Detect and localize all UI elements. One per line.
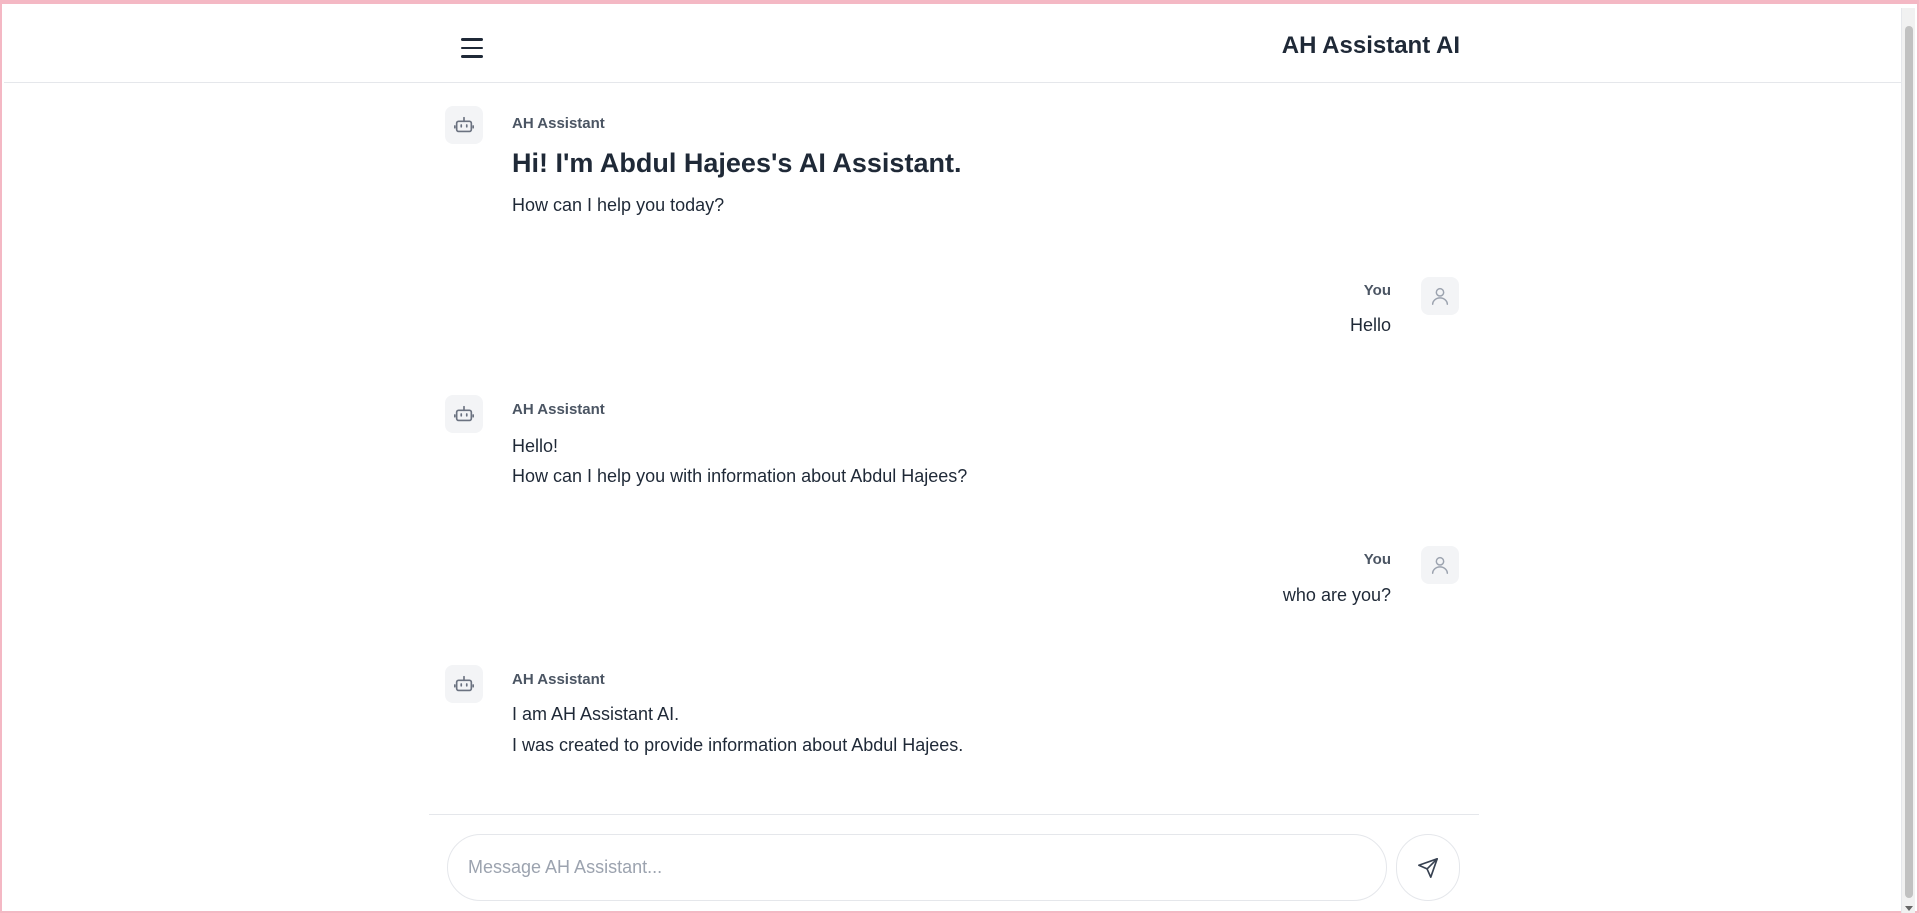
- user-avatar: [1421, 277, 1459, 315]
- assistant-avatar: [445, 395, 483, 433]
- menu-button[interactable]: [452, 30, 492, 66]
- scrollbar-thumb[interactable]: [1905, 26, 1913, 898]
- message-text: Hello!: [512, 436, 559, 456]
- user-icon: [1431, 287, 1449, 305]
- scroll-down-arrow-icon[interactable]: [1905, 906, 1913, 911]
- robot-icon: [454, 675, 474, 692]
- robot-icon: [454, 116, 474, 133]
- message-sender-name: AH Assistant: [512, 115, 605, 132]
- user-icon: [1431, 556, 1449, 574]
- app-window: AH Assistant AI AH Assistant Hi! I'm Abd…: [0, 0, 1919, 913]
- message-text: How can I help you with information abou…: [512, 466, 968, 486]
- message-sender-name: AH Assistant: [512, 671, 605, 688]
- top-header: AH Assistant AI: [4, 8, 1903, 83]
- vertical-scrollbar[interactable]: [1901, 8, 1915, 913]
- message-text: I am AH Assistant AI.: [512, 704, 680, 724]
- message-sender-name: You: [1363, 282, 1391, 299]
- message-text: How can I help you today?: [512, 195, 725, 215]
- hamburger-menu-icon: [461, 38, 483, 41]
- message-text: who are you?: [1282, 585, 1391, 605]
- message-sender-name: You: [1363, 551, 1391, 568]
- robot-icon: [454, 405, 474, 422]
- send-button[interactable]: [1396, 834, 1460, 901]
- assistant-avatar: [445, 665, 483, 703]
- message-input[interactable]: [447, 834, 1387, 901]
- send-icon: [1418, 857, 1438, 878]
- message-text: I was created to provide information abo…: [512, 735, 964, 755]
- message-text: Hello: [1349, 315, 1391, 335]
- app-title: AH Assistant AI: [1281, 32, 1460, 59]
- assistant-avatar: [445, 106, 483, 144]
- message-sender-name: AH Assistant: [512, 401, 605, 418]
- user-avatar: [1421, 546, 1459, 584]
- greeting-heading: Hi! I'm Abdul Hajees's AI Assistant.: [512, 148, 962, 178]
- hamburger-menu-icon-bar: [461, 55, 483, 58]
- composer-divider: [429, 814, 1479, 815]
- hamburger-menu-icon-bar: [461, 46, 483, 50]
